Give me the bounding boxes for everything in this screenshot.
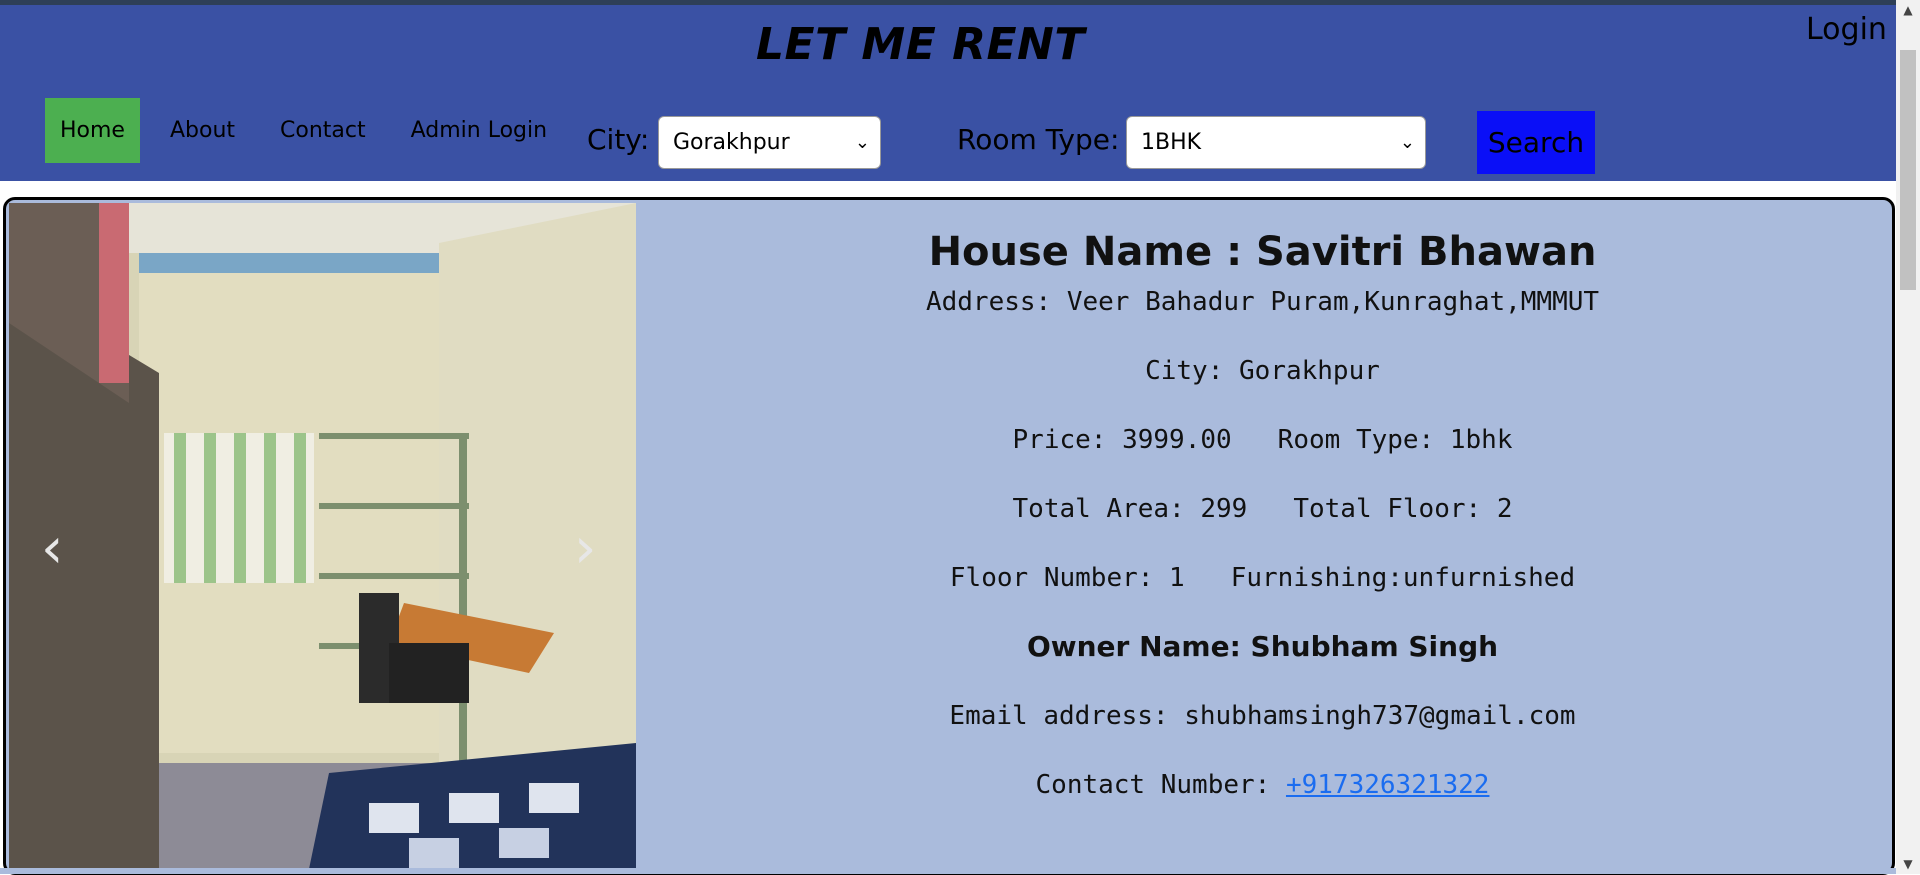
price-room-row: Price: 3999.00 Room Type: 1bhk	[636, 424, 1889, 456]
chevron-down-icon: ⌄	[854, 132, 870, 153]
listing-card: ‹ › House Name : Savitri Bhawan Address:…	[3, 197, 1895, 875]
search-button[interactable]: Search	[1477, 111, 1595, 174]
main-nav: Home About Contact Admin Login	[45, 98, 577, 163]
total-floor: Total Floor: 2	[1293, 494, 1513, 524]
house-name: House Name : Savitri Bhawan	[928, 229, 1597, 275]
nav-home[interactable]: Home	[45, 98, 140, 163]
chevron-left-icon[interactable]: ‹	[41, 521, 63, 577]
site-header: LET ME RENT Login Home About Contact Adm…	[0, 5, 1896, 181]
scroll-up-icon[interactable]: ▲	[1900, 2, 1916, 18]
brand-title: LET ME RENT	[756, 19, 1085, 70]
contact-row: Contact Number: +917326321322	[636, 769, 1889, 801]
room-type-select-value: 1BHK	[1141, 130, 1202, 155]
header-divider	[0, 181, 1896, 196]
room-type-label: Room Type:	[957, 123, 1120, 156]
login-link[interactable]: Login	[1806, 12, 1887, 47]
nav-contact[interactable]: Contact	[265, 98, 381, 163]
scrollbar-thumb[interactable]	[1900, 50, 1916, 290]
scroll-down-icon[interactable]: ▼	[1900, 856, 1916, 872]
nav-admin-login[interactable]: Admin Login	[396, 98, 562, 163]
city-select[interactable]: Gorakhpur ⌄	[658, 116, 881, 169]
total-area: Total Area: 299	[1012, 494, 1248, 524]
address: Address: Veer Bahadur Puram,Kunraghat,MM…	[925, 287, 1600, 317]
floor-number: Floor Number: 1	[949, 563, 1185, 593]
city-select-value: Gorakhpur	[673, 130, 790, 155]
contact-number-link[interactable]: +917326321322	[1286, 770, 1490, 800]
room-photo-carousel[interactable]: ‹ ›	[9, 203, 636, 869]
listing-details: House Name : Savitri Bhawan Address: Vee…	[636, 200, 1889, 868]
owner-name: Owner Name: Shubham Singh	[1026, 630, 1499, 663]
nav-about[interactable]: About	[155, 98, 250, 163]
room-type: Room Type: 1bhk	[1277, 425, 1513, 455]
city-label: City:	[587, 123, 650, 156]
chevron-down-icon: ⌄	[1399, 132, 1415, 153]
city: City: Gorakhpur	[1145, 356, 1380, 386]
chevron-right-icon[interactable]: ›	[574, 521, 596, 577]
room-photo	[9, 203, 636, 869]
contact-label: Contact Number:	[1035, 770, 1286, 800]
next-card-edge	[0, 868, 1896, 874]
area-floor-row: Total Area: 299 Total Floor: 2	[636, 493, 1889, 525]
floor-furnishing-row: Floor Number: 1 Furnishing:unfurnished	[636, 562, 1889, 594]
email-address: Email address: shubhamsingh737@gmail.com	[949, 701, 1576, 731]
furnishing: Furnishing:unfurnished	[1230, 563, 1576, 593]
room-type-select[interactable]: 1BHK ⌄	[1126, 116, 1426, 169]
price: Price: 3999.00	[1012, 425, 1232, 455]
